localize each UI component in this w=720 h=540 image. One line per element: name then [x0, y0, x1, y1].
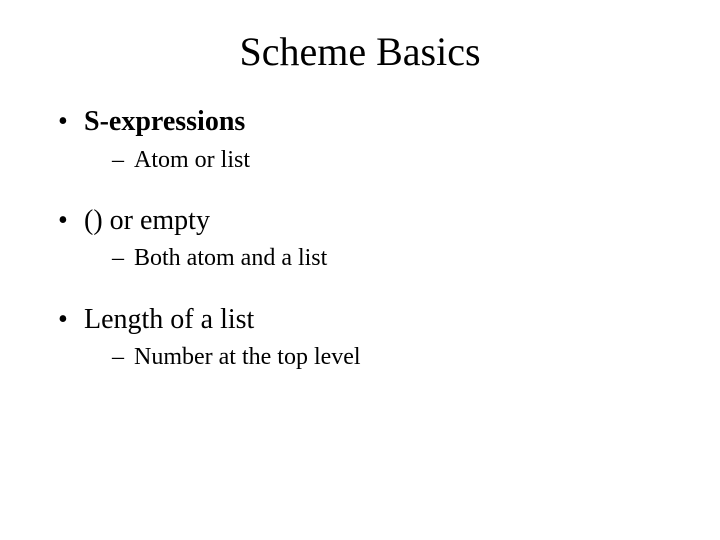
slide-content: S-expressions Atom or list () or empty B… — [0, 105, 720, 373]
slide-title: Scheme Basics — [0, 0, 720, 95]
list-item: S-expressions Atom or list — [58, 105, 680, 176]
bullet-list: S-expressions Atom or list () or empty B… — [58, 105, 680, 373]
sub-list: Atom or list — [112, 145, 680, 176]
list-item-label: Length of a list — [84, 304, 254, 335]
sub-list-item: Atom or list — [112, 145, 680, 176]
list-item: Length of a list Number at the top level — [58, 303, 680, 374]
sub-list: Number at the top level — [112, 342, 680, 373]
slide: Scheme Basics S-expressions Atom or list… — [0, 0, 720, 540]
sub-list-item: Both atom and a list — [112, 243, 680, 274]
list-item: () or empty Both atom and a list — [58, 204, 680, 275]
list-item-label: S-expressions — [84, 106, 245, 137]
sub-list: Both atom and a list — [112, 243, 680, 274]
list-item-label: () or empty — [84, 205, 210, 236]
sub-list-item: Number at the top level — [112, 342, 680, 373]
